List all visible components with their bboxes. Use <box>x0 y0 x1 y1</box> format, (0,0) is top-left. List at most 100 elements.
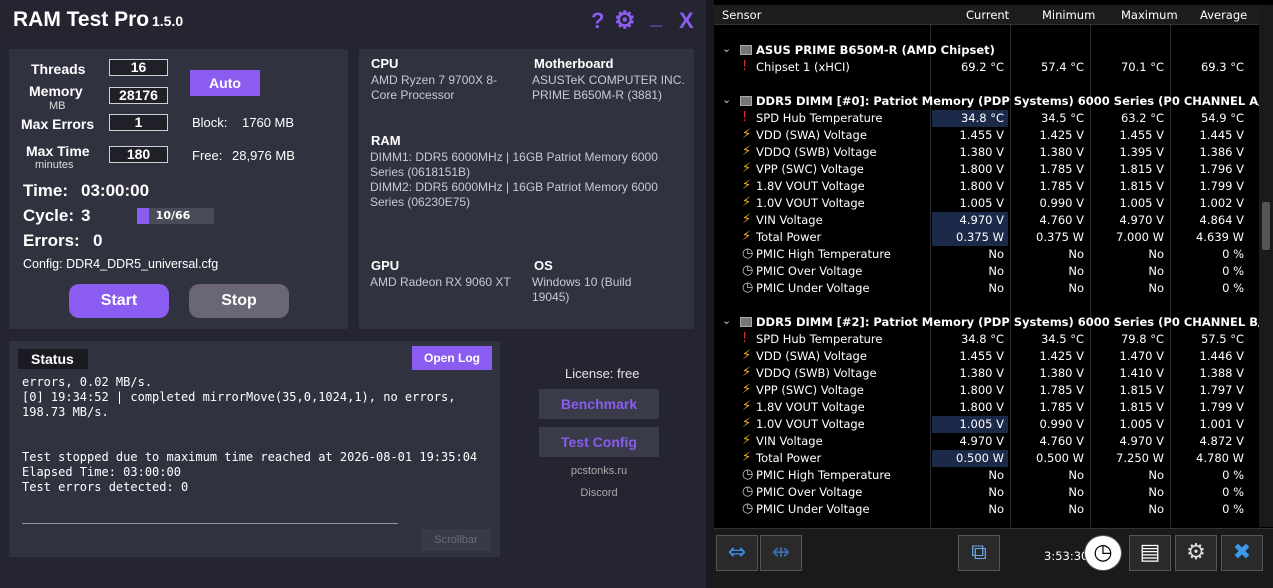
sensor-row[interactable]: ⚡ 1.8V VOUT Voltage 1.800 V 1.785 V 1.815 V 1… <box>714 178 1259 195</box>
lightning-icon: ⚡ <box>742 365 752 380</box>
stop-button[interactable]: Stop <box>189 284 289 318</box>
col-maximum[interactable]: Maximum <box>1121 8 1178 22</box>
block-label: Block: <box>192 115 228 130</box>
sensor-current: 34.8 °C <box>960 332 1004 346</box>
sensor-row[interactable]: ⚡ VDDQ (SWB) Voltage 1.380 V 1.380 V 1.410 V… <box>714 365 1259 382</box>
sensor-average: 1.799 V <box>1199 179 1244 193</box>
cycle-progress-bar: 10/66 <box>137 208 214 224</box>
sensor-row[interactable]: ⚡ VPP (SWC) Voltage 1.800 V 1.785 V 1.815 V 1… <box>714 382 1259 399</box>
sensor-minimum: No <box>1068 468 1084 482</box>
sensor-row[interactable]: ◷ PMIC High Temperature No No No 0 % <box>714 246 1259 263</box>
log-line: Test stopped due to maximum time reached… <box>22 450 478 464</box>
sensor-row[interactable]: ⚡ VIN Voltage 4.970 V 4.760 V 4.970 V 4.864 V <box>714 212 1259 229</box>
collapse-arrows-icon[interactable]: ⇹ <box>760 535 802 571</box>
sensor-row[interactable]: ⚡ VPP (SWC) Voltage 1.800 V 1.785 V 1.815 V 1… <box>714 161 1259 178</box>
sensor-average: 4.872 V <box>1199 434 1244 448</box>
log-file-icon[interactable]: ▤ <box>1129 535 1171 571</box>
status-icon: ◷ <box>742 246 754 261</box>
site-link[interactable]: pcstonks.ru <box>539 465 659 477</box>
col-minimum[interactable]: Minimum <box>1042 8 1095 22</box>
cycle-progress-text: 10/66 <box>155 209 191 222</box>
expand-arrows-icon[interactable]: ⇔ <box>716 535 758 571</box>
sensor-row[interactable]: ! SPD Hub Temperature 34.8 °C 34.5 °C 79.8 °… <box>714 331 1259 348</box>
memory-input[interactable]: 28176 <box>109 87 168 104</box>
log-line: Elapsed Time: 03:00:00 <box>22 465 181 479</box>
sensor-row[interactable]: ◷ PMIC Over Voltage No No No 0 % <box>714 484 1259 501</box>
col-sensor[interactable]: Sensor <box>722 8 761 22</box>
lightning-icon: ⚡ <box>742 450 752 465</box>
discord-link[interactable]: Discord <box>539 487 659 499</box>
sensor-current: 1.455 V <box>959 349 1004 363</box>
sensor-maximum: 79.8 °C <box>1120 332 1164 346</box>
sensor-minimum: 1.785 V <box>1039 400 1084 414</box>
sensor-current: 1.455 V <box>959 128 1004 142</box>
sensor-minimum: No <box>1068 502 1084 516</box>
close-x-icon[interactable]: ✖ <box>1221 535 1263 571</box>
max-time-input[interactable]: 180 <box>109 146 168 163</box>
sensor-name: SPD Hub Temperature <box>756 111 883 125</box>
sensor-row[interactable]: ◷ PMIC Under Voltage No No No 0 % <box>714 280 1259 297</box>
auto-button[interactable]: Auto <box>190 70 260 96</box>
status-panel: Status Open Log errors, 0.02 MB/s. [0] 19… <box>9 341 500 557</box>
sensor-minimum: 57.4 °C <box>1040 60 1084 74</box>
log-scrollbar[interactable]: Scrollbar <box>421 529 491 551</box>
log-line: [0] 19:34:52 | completed mirrorMove(35,0… <box>22 390 456 404</box>
max-errors-input[interactable]: 1 <box>109 114 168 131</box>
sensor-row[interactable]: ! Chipset 1 (xHCI) 69.2 °C 57.4 °C 70.1 °C 69… <box>714 59 1259 76</box>
sensor-group[interactable]: ⌄ ASUS PRIME B650M-R (AMD Chipset) <box>714 42 1259 59</box>
ram-title: RAM <box>371 133 401 148</box>
sensor-average: 1.386 V <box>1199 145 1244 159</box>
threads-input[interactable]: 16 <box>109 59 168 76</box>
sensor-maximum: No <box>1148 502 1164 516</box>
license-text: License: free <box>565 366 640 381</box>
sensor-scrollbar[interactable] <box>1259 5 1273 527</box>
sensor-row[interactable]: ! SPD Hub Temperature 34.8 °C 34.5 °C 63.2 °… <box>714 110 1259 127</box>
sensor-name: Chipset 1 (xHCI) <box>756 60 850 74</box>
col-current[interactable]: Current <box>966 8 1009 22</box>
sensor-group[interactable]: ⌄ DDR5 DIMM [#2]: Patriot Memory (PDP Sys… <box>714 314 1273 331</box>
scroll-thumb[interactable] <box>1262 202 1270 250</box>
sensor-row[interactable]: ⚡ VDDQ (SWB) Voltage 1.380 V 1.380 V 1.395 V… <box>714 144 1259 161</box>
sensor-minimum: 1.380 V <box>1039 366 1084 380</box>
start-button[interactable]: Start <box>69 284 169 318</box>
network-icon[interactable]: ⧉ <box>958 535 1000 571</box>
settings-gear-icon[interactable]: ⚙ <box>1175 535 1217 571</box>
sensor-row[interactable]: ⚡ 1.0V VOUT Voltage 1.005 V 0.990 V 1.005 V 1… <box>714 195 1259 212</box>
sensor-row[interactable]: ⚡ Total Power 0.375 W 0.375 W 7.000 W 4.639 W <box>714 229 1259 246</box>
sensor-minimum: 1.785 V <box>1039 179 1084 193</box>
cpu-line2: Core Processor <box>371 88 455 102</box>
chevron-down-icon[interactable]: ⌄ <box>722 42 731 55</box>
max-errors-label: Max Errors <box>21 116 95 132</box>
sensor-row[interactable]: ⚡ Total Power 0.500 W 0.500 W 7.250 W 4.780 W <box>714 450 1259 467</box>
sensor-row[interactable]: ⚡ VIN Voltage 4.970 V 4.760 V 4.970 V 4.872 V <box>714 433 1259 450</box>
gear-icon[interactable]: ⚙ <box>614 6 636 35</box>
close-icon[interactable]: X <box>679 8 694 34</box>
clock-icon[interactable]: ◷ <box>1084 535 1122 571</box>
sensor-row[interactable]: ⚡ VDD (SWA) Voltage 1.455 V 1.425 V 1.455 V 1… <box>714 127 1259 144</box>
sensor-row[interactable]: ◷ PMIC High Temperature No No No 0 % <box>714 467 1259 484</box>
chevron-down-icon[interactable]: ⌄ <box>722 93 731 106</box>
sensor-row[interactable]: ⚡ 1.0V VOUT Voltage 1.005 V 0.990 V 1.005 V 1… <box>714 416 1259 433</box>
lightning-icon: ⚡ <box>742 229 752 244</box>
sensor-minimum: 0.500 W <box>1036 451 1084 465</box>
sensor-row[interactable]: ⚡ VDD (SWA) Voltage 1.455 V 1.425 V 1.470 V 1… <box>714 348 1259 365</box>
sensor-current: 4.970 V <box>959 213 1004 227</box>
sensor-current: 1.380 V <box>959 145 1004 159</box>
test-config-button[interactable]: Test Config <box>539 427 659 457</box>
sensor-average: 0 % <box>1222 247 1244 261</box>
sensor-group[interactable]: ⌄ DDR5 DIMM [#0]: Patriot Memory (PDP Sys… <box>714 93 1273 110</box>
sensor-row[interactable]: ◷ PMIC Under Voltage No No No 0 % <box>714 501 1259 518</box>
sensor-row[interactable]: ◷ PMIC Over Voltage No No No 0 % <box>714 263 1259 280</box>
sensor-average: 0 % <box>1222 281 1244 295</box>
chevron-down-icon[interactable]: ⌄ <box>722 314 731 327</box>
help-icon[interactable]: ? <box>591 8 604 34</box>
ram-line3: DIMM2: DDR5 6000MHz | 16GB Patriot Memor… <box>370 180 658 194</box>
minimize-icon[interactable]: _ <box>650 4 662 30</box>
open-log-button[interactable]: Open Log <box>412 346 492 370</box>
col-average[interactable]: Average <box>1200 8 1247 22</box>
sensor-average: 1.797 V <box>1199 383 1244 397</box>
sensor-row[interactable]: ⚡ 1.8V VOUT Voltage 1.800 V 1.785 V 1.815 V 1… <box>714 399 1259 416</box>
benchmark-button[interactable]: Benchmark <box>539 389 659 419</box>
sensor-maximum: 4.970 V <box>1119 434 1164 448</box>
sensor-current: No <box>988 281 1004 295</box>
